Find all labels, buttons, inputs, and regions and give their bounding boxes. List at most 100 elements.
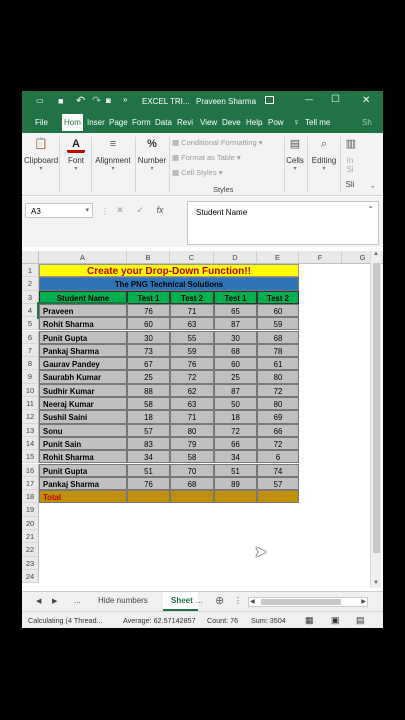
chevron-down-icon[interactable]: ▾ bbox=[85, 206, 89, 214]
row-header-10[interactable]: 10 bbox=[22, 383, 39, 397]
alignment-group[interactable]: ≡ Alignment ▾ bbox=[92, 135, 134, 172]
row-header-12[interactable]: 12 bbox=[22, 410, 39, 424]
scroll-up-icon[interactable]: ▲ bbox=[371, 251, 381, 257]
score-cell[interactable]: 60 bbox=[257, 303, 299, 318]
score-cell[interactable]: 70 bbox=[170, 463, 214, 477]
row-header-23[interactable]: 23 bbox=[22, 556, 39, 570]
tab-insert[interactable]: Inser bbox=[87, 118, 105, 127]
score-cell[interactable]: 59 bbox=[257, 317, 299, 331]
insert-function-icon[interactable]: fx bbox=[150, 205, 170, 215]
score-cell[interactable]: 60 bbox=[214, 357, 257, 371]
row-header-13[interactable]: 13 bbox=[22, 423, 39, 437]
score-cell[interactable]: 6 bbox=[257, 450, 299, 464]
score-cell[interactable]: 74 bbox=[257, 463, 299, 477]
status-count[interactable]: Count: 76 bbox=[207, 616, 238, 625]
header-cell[interactable]: Test 1 bbox=[127, 290, 170, 304]
score-cell[interactable]: 72 bbox=[214, 423, 257, 437]
student-name-cell[interactable]: Rohit Sharma bbox=[39, 317, 127, 331]
vertical-scrollbar[interactable]: ▲ ▼ bbox=[370, 251, 381, 588]
redo-icon[interactable]: ↷ bbox=[92, 94, 101, 107]
cells-group[interactable]: ▤ Cells ▾ bbox=[284, 135, 306, 172]
normal-view-icon[interactable]: ▦ bbox=[305, 615, 314, 626]
student-name-cell[interactable]: Sudhir Kumar bbox=[39, 383, 127, 397]
subtitle-cell[interactable]: The PNG Technical Solutions bbox=[39, 277, 299, 291]
score-cell[interactable]: 25 bbox=[214, 370, 257, 384]
score-cell[interactable]: 83 bbox=[127, 436, 170, 451]
header-cell[interactable]: Test 2 bbox=[257, 290, 299, 304]
title-cell[interactable]: Create your Drop-Down Function!! bbox=[39, 264, 299, 278]
row-header-24[interactable]: 24 bbox=[22, 569, 39, 584]
score-cell[interactable]: 76 bbox=[127, 476, 170, 491]
score-cell[interactable]: 51 bbox=[214, 463, 257, 477]
insights-group[interactable]: ▥ In Si Sli bbox=[342, 135, 358, 189]
row-header-4[interactable]: 4 bbox=[22, 303, 39, 318]
score-cell[interactable]: 50 bbox=[214, 397, 257, 411]
score-cell[interactable]: 68 bbox=[257, 330, 299, 344]
tab-tell-me[interactable]: Tell me bbox=[305, 118, 330, 127]
row-header-11[interactable]: 11 bbox=[22, 397, 39, 411]
score-cell[interactable]: 72 bbox=[257, 383, 299, 397]
student-name-cell[interactable]: Rohit Sharma bbox=[39, 450, 127, 464]
header-cell[interactable]: Student Name bbox=[39, 290, 127, 304]
header-cell[interactable]: Test 2 bbox=[170, 290, 214, 304]
sheet-tab-active[interactable]: Sheet bbox=[163, 592, 198, 611]
score-cell[interactable]: 18 bbox=[214, 410, 257, 424]
more-sheets-left[interactable]: ... bbox=[74, 596, 81, 605]
maximize-button[interactable]: ☐ bbox=[331, 94, 340, 105]
score-cell[interactable]: 60 bbox=[127, 317, 170, 331]
column-header-e[interactable]: E bbox=[257, 251, 299, 264]
student-name-cell[interactable]: Neeraj Kumar bbox=[39, 397, 127, 411]
total-label-cell[interactable]: Total bbox=[39, 490, 127, 504]
score-cell[interactable]: 66 bbox=[214, 436, 257, 451]
score-cell[interactable]: 25 bbox=[127, 370, 170, 384]
prev-sheet-icon[interactable]: ◀ bbox=[36, 597, 41, 605]
score-cell[interactable]: 63 bbox=[170, 397, 214, 411]
font-group[interactable]: A Font ▾ bbox=[62, 135, 90, 172]
score-cell[interactable]: 79 bbox=[170, 436, 214, 451]
hscroll-thumb[interactable] bbox=[261, 599, 341, 605]
formula-bar-grip[interactable]: ⋮ bbox=[101, 207, 109, 216]
ribbon-display-icon[interactable] bbox=[265, 96, 274, 104]
editing-group[interactable]: ⌕ Editing ▾ bbox=[309, 135, 339, 172]
row-header-15[interactable]: 15 bbox=[22, 450, 39, 464]
collapse-formula-bar-icon[interactable]: ⌃ bbox=[367, 205, 374, 214]
score-cell[interactable]: 72 bbox=[257, 436, 299, 451]
row-header-20[interactable]: 20 bbox=[22, 516, 39, 530]
row-header-18[interactable]: 18 bbox=[22, 490, 39, 504]
score-cell[interactable]: 30 bbox=[214, 330, 257, 344]
column-header-f[interactable]: F bbox=[299, 251, 342, 264]
score-cell[interactable]: 76 bbox=[127, 303, 170, 318]
score-cell[interactable]: 65 bbox=[214, 303, 257, 318]
row-header-21[interactable]: 21 bbox=[22, 530, 39, 544]
undo-icon[interactable]: ↶ bbox=[76, 94, 85, 107]
score-cell[interactable]: 68 bbox=[214, 343, 257, 358]
student-name-cell[interactable]: Pankaj Sharma bbox=[39, 343, 127, 358]
user-name[interactable]: Praveen Sharma bbox=[196, 97, 256, 106]
total-cell[interactable] bbox=[170, 490, 214, 504]
enter-icon[interactable]: ✓ bbox=[130, 205, 150, 216]
page-break-view-icon[interactable]: ▤ bbox=[356, 615, 365, 626]
column-header-a[interactable]: A bbox=[39, 251, 127, 264]
score-cell[interactable]: 62 bbox=[170, 383, 214, 397]
score-cell[interactable]: 80 bbox=[170, 423, 214, 437]
sheet-tab-hide-numbers[interactable]: Hide numbers bbox=[98, 596, 148, 605]
row-header-5[interactable]: 5 bbox=[22, 317, 39, 331]
score-cell[interactable]: 78 bbox=[257, 343, 299, 358]
score-cell[interactable]: 57 bbox=[257, 476, 299, 491]
row-header-2[interactable]: 2 bbox=[22, 277, 39, 291]
score-cell[interactable]: 34 bbox=[214, 450, 257, 464]
student-name-cell[interactable]: Punit Gupta bbox=[39, 330, 127, 344]
score-cell[interactable]: 76 bbox=[170, 357, 214, 371]
row-header-7[interactable]: 7 bbox=[22, 343, 39, 358]
score-cell[interactable]: 30 bbox=[127, 330, 170, 344]
student-name-cell[interactable]: Punit Gupta bbox=[39, 463, 127, 477]
score-cell[interactable]: 72 bbox=[170, 370, 214, 384]
score-cell[interactable]: 51 bbox=[127, 463, 170, 477]
camera-icon[interactable]: ◙ bbox=[106, 96, 111, 105]
score-cell[interactable]: 59 bbox=[170, 343, 214, 358]
student-name-cell[interactable]: Gaurav Pandey bbox=[39, 357, 127, 371]
row-header-8[interactable]: 8 bbox=[22, 357, 39, 371]
score-cell[interactable]: 80 bbox=[257, 370, 299, 384]
cell-styles-button[interactable]: ▦ Cell Styles ▾ bbox=[172, 168, 222, 177]
total-cell[interactable] bbox=[257, 490, 299, 504]
